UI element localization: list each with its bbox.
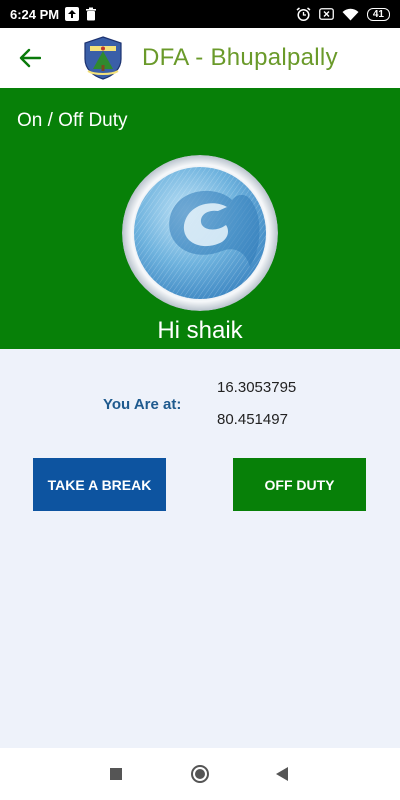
forest-department-emblem [80,35,126,81]
greeting-text: Hi shaik [157,317,243,344]
wifi-icon [342,8,359,21]
avatar [122,155,278,311]
status-right: 41 [296,6,390,22]
take-a-break-button[interactable]: TAKE A BREAK [33,458,166,511]
square-icon [109,767,123,781]
longitude-value: 80.451497 [217,411,288,428]
alarm-icon [296,6,311,22]
upload-icon [65,7,80,21]
status-time: 6:24 PM [10,6,60,22]
status-bar: 6:24 PM 41 [0,0,400,28]
app-title: DFA - Bhupalpally [142,44,338,71]
back-button[interactable] [0,28,60,88]
trash-icon [85,7,97,21]
arrow-left-icon [19,48,41,68]
battery-icon: 41 [366,7,390,21]
recents-button[interactable] [104,762,128,786]
system-nav-bar [0,748,400,800]
x-box-icon [318,8,334,20]
app-bar: DFA - Bhupalpally [0,28,400,88]
circle-icon [190,764,210,784]
back-nav-button[interactable] [270,762,294,786]
status-left: 6:24 PM [10,7,97,22]
location-label: You Are at: [103,396,182,413]
triangle-back-icon [275,766,289,782]
duty-header: On / Off Duty Hi shaik [0,88,400,349]
off-duty-button[interactable]: OFF DUTY [233,458,366,511]
section-label: On / Off Duty [17,110,128,131]
latitude-value: 16.3053795 [217,379,297,396]
home-button[interactable] [188,762,212,786]
